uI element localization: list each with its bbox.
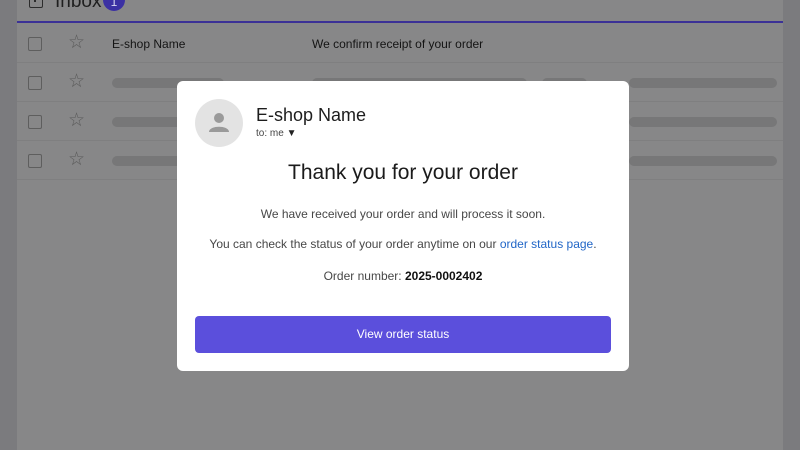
status-line-text: You can check the status of your order a… bbox=[209, 237, 497, 251]
row-sender: E-shop Name bbox=[112, 37, 186, 51]
avatar bbox=[195, 99, 243, 147]
recipient-line[interactable]: to: me ▼ bbox=[256, 128, 296, 139]
star-icon[interactable]: ☆ bbox=[68, 71, 85, 93]
unread-badge: 1 bbox=[103, 0, 125, 11]
caret-down-icon[interactable]: ▼ bbox=[287, 128, 297, 139]
row-checkbox[interactable] bbox=[28, 76, 42, 90]
order-number-value: 2025-0002402 bbox=[404, 269, 483, 283]
email-row[interactable]: ☆ E-shop Name We confirm receipt of your… bbox=[17, 24, 783, 63]
email-heading: Thank you for your order bbox=[288, 161, 518, 184]
date-placeholder bbox=[629, 156, 777, 166]
row-checkbox[interactable] bbox=[28, 154, 42, 168]
email-preview-modal: E-shop Name to: me ▼ Thank you for your … bbox=[177, 81, 629, 371]
status-line-period: . bbox=[593, 237, 597, 251]
inbox-header: Inbox 1 bbox=[17, 0, 783, 23]
date-placeholder bbox=[629, 78, 777, 88]
date-placeholder bbox=[629, 117, 777, 127]
row-checkbox[interactable] bbox=[28, 37, 42, 51]
row-subject: We confirm receipt of your order bbox=[312, 37, 484, 51]
order-status-link[interactable]: order status page bbox=[500, 237, 593, 251]
inbox-title: Inbox bbox=[55, 0, 102, 12]
person-icon bbox=[209, 113, 229, 132]
star-icon[interactable]: ☆ bbox=[68, 149, 85, 171]
email-body-line: We have received your order and will pro… bbox=[260, 207, 546, 221]
sender-name: E-shop Name bbox=[256, 105, 367, 125]
view-order-status-button[interactable]: View order status bbox=[195, 316, 611, 353]
star-icon[interactable]: ☆ bbox=[68, 110, 85, 132]
recipient-label: to: me bbox=[256, 128, 284, 139]
order-number-line: Order number: 2025-0002402 bbox=[177, 269, 629, 283]
star-icon[interactable]: ☆ bbox=[68, 32, 85, 54]
email-status-line: You can check the status of your order a… bbox=[177, 237, 629, 251]
row-checkbox[interactable] bbox=[28, 115, 42, 129]
inbox-icon bbox=[29, 0, 43, 8]
order-number-label: Order number: bbox=[323, 269, 402, 283]
